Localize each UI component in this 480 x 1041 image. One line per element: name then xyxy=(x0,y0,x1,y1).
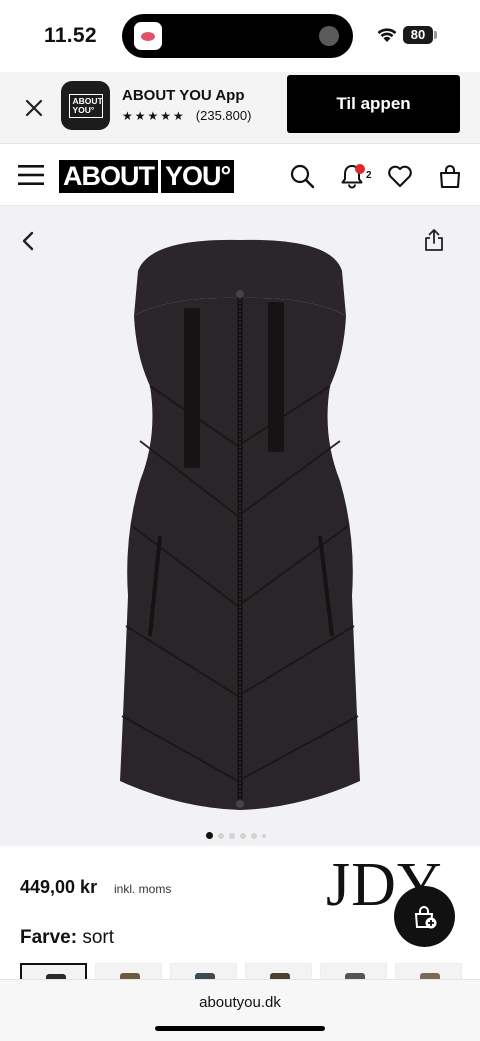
color-value: sort xyxy=(82,927,114,948)
dynamic-island xyxy=(122,14,353,58)
gallery-pagination xyxy=(206,832,266,839)
star-rating-icon: ★★★★★ xyxy=(122,108,186,123)
status-time: 11.52 xyxy=(44,24,97,47)
app-banner: ABOUT YOU° ABOUT YOU App ★★★★★ (235.800)… xyxy=(0,72,480,144)
product-price: 449,00 kr xyxy=(20,877,98,897)
hamburger-menu-icon[interactable] xyxy=(18,164,44,186)
battery-level: 80 xyxy=(403,26,433,44)
live-activity-app-icon xyxy=(134,22,162,50)
pagination-dot[interactable] xyxy=(240,832,246,839)
home-indicator[interactable] xyxy=(155,1026,325,1031)
pagination-dot[interactable] xyxy=(251,832,257,839)
color-label: Farve: sort xyxy=(20,927,114,949)
back-arrow-icon[interactable] xyxy=(18,230,40,252)
camera-indicator xyxy=(319,26,339,46)
wifi-icon xyxy=(377,28,397,42)
close-icon[interactable] xyxy=(20,94,48,122)
app-icon[interactable]: ABOUT YOU° xyxy=(61,81,110,130)
app-name: ABOUT YOU App xyxy=(122,87,245,104)
pagination-dot[interactable] xyxy=(229,832,235,839)
open-app-button[interactable]: Til appen xyxy=(287,75,460,133)
rating-count: (235.800) xyxy=(195,108,252,123)
site-logo[interactable]: ABOUT YOU° xyxy=(59,160,235,193)
logo-word-about: ABOUT xyxy=(59,160,158,193)
app-icon-logo: ABOUT YOU° xyxy=(68,93,103,118)
product-image-gallery[interactable] xyxy=(0,206,480,1027)
pagination-dot[interactable] xyxy=(206,832,213,839)
search-icon[interactable] xyxy=(289,163,315,189)
status-bar: 11.52 80 xyxy=(0,0,480,72)
notification-count: 2 xyxy=(366,170,372,181)
vat-note: inkl. moms xyxy=(114,882,172,896)
notification-badge-dot xyxy=(355,164,365,174)
url-field[interactable]: aboutyou.dk xyxy=(0,994,480,1011)
app-rating: ★★★★★ (235.800) xyxy=(122,108,251,123)
product-image-vest xyxy=(120,239,360,810)
pagination-dot[interactable] xyxy=(218,832,224,839)
wishlist-heart-icon[interactable] xyxy=(387,163,413,189)
color-label-title: Farve: xyxy=(20,927,78,948)
shopping-bag-icon[interactable] xyxy=(437,163,463,189)
brand-logo[interactable]: JDY xyxy=(326,850,443,920)
site-header: ABOUT YOU° xyxy=(0,145,480,206)
logo-word-you: YOU° xyxy=(161,160,235,193)
battery-cap xyxy=(434,31,437,39)
share-icon[interactable] xyxy=(423,228,445,252)
pagination-dot[interactable] xyxy=(262,833,266,838)
browser-address-bar: aboutyou.dk xyxy=(0,979,480,1041)
